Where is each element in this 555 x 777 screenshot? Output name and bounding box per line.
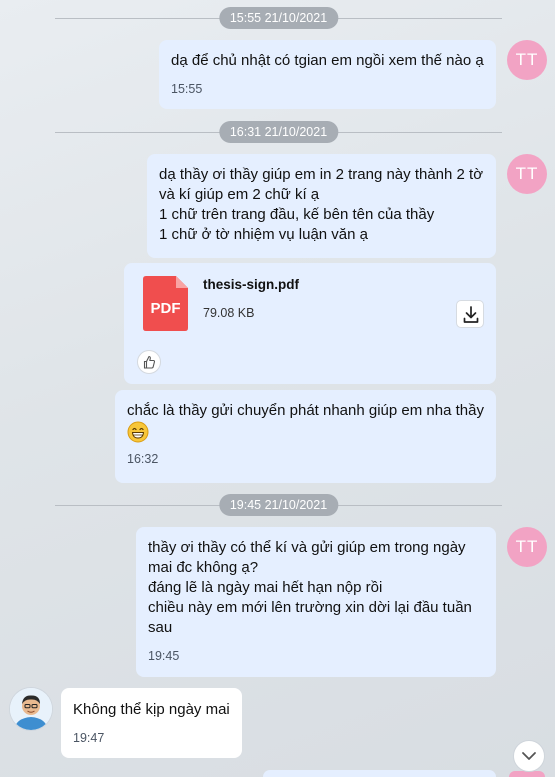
avatar[interactable]	[10, 688, 52, 730]
message-bubble[interactable]: chắc là thầy gửi chuyển phát nhanh giúp …	[115, 390, 496, 483]
message-time: 15:55	[171, 82, 203, 96]
message-time: 19:47	[73, 731, 105, 745]
message-bubble[interactable]: thầy ơi thầy có thể kí và gửi giúp em tr…	[136, 527, 496, 677]
message-text: thầy ơi thầy có thể kí và gửi giúp em tr…	[148, 539, 472, 636]
avatar[interactable]: TT	[507, 40, 547, 80]
file-size: 79.08 KB	[203, 306, 255, 320]
date-divider: 16:31 21/10/2021	[55, 121, 502, 143]
date-divider-label: 15:55 21/10/2021	[218, 7, 339, 29]
date-divider-label: 16:31 21/10/2021	[218, 121, 339, 143]
date-divider-label: 19:45 21/10/2021	[218, 494, 339, 516]
grinning-emoji	[127, 421, 149, 443]
file-attachment[interactable]: PDF thesis-sign.pdf 79.08 KB	[124, 263, 496, 384]
thumbs-up-icon	[143, 355, 156, 369]
message-text: chắc là thầy gửi chuyển phát nhanh giúp …	[127, 402, 484, 419]
message-time: 16:32	[127, 452, 159, 466]
message-bubble[interactable]	[263, 770, 496, 777]
pdf-icon-label: PDF	[150, 300, 181, 317]
file-name[interactable]: thesis-sign.pdf	[203, 277, 299, 292]
like-button[interactable]	[137, 350, 161, 374]
message-text: dạ để chủ nhật có tgian em ngồi xem thế …	[171, 52, 484, 69]
message-text: dạ thầy ơi thầy giúp em in 2 trang này t…	[159, 166, 484, 243]
download-button[interactable]	[456, 300, 484, 328]
download-icon	[463, 306, 479, 323]
message-bubble[interactable]: dạ thầy ơi thầy giúp em in 2 trang này t…	[147, 154, 496, 258]
date-divider: 15:55 21/10/2021	[55, 7, 502, 29]
message-text: Không thể kịp ngày mai	[73, 701, 230, 718]
date-divider: 19:45 21/10/2021	[55, 494, 502, 516]
message-bubble[interactable]: Không thể kịp ngày mai 19:47	[61, 688, 242, 758]
scroll-to-bottom-button[interactable]	[513, 740, 545, 772]
avatar-photo	[10, 688, 52, 730]
avatar[interactable]: TT	[507, 154, 547, 194]
message-bubble[interactable]: dạ để chủ nhật có tgian em ngồi xem thế …	[159, 40, 496, 109]
chevron-down-icon	[522, 752, 536, 760]
message-time: 19:45	[148, 649, 180, 663]
avatar[interactable]: TT	[507, 527, 547, 567]
